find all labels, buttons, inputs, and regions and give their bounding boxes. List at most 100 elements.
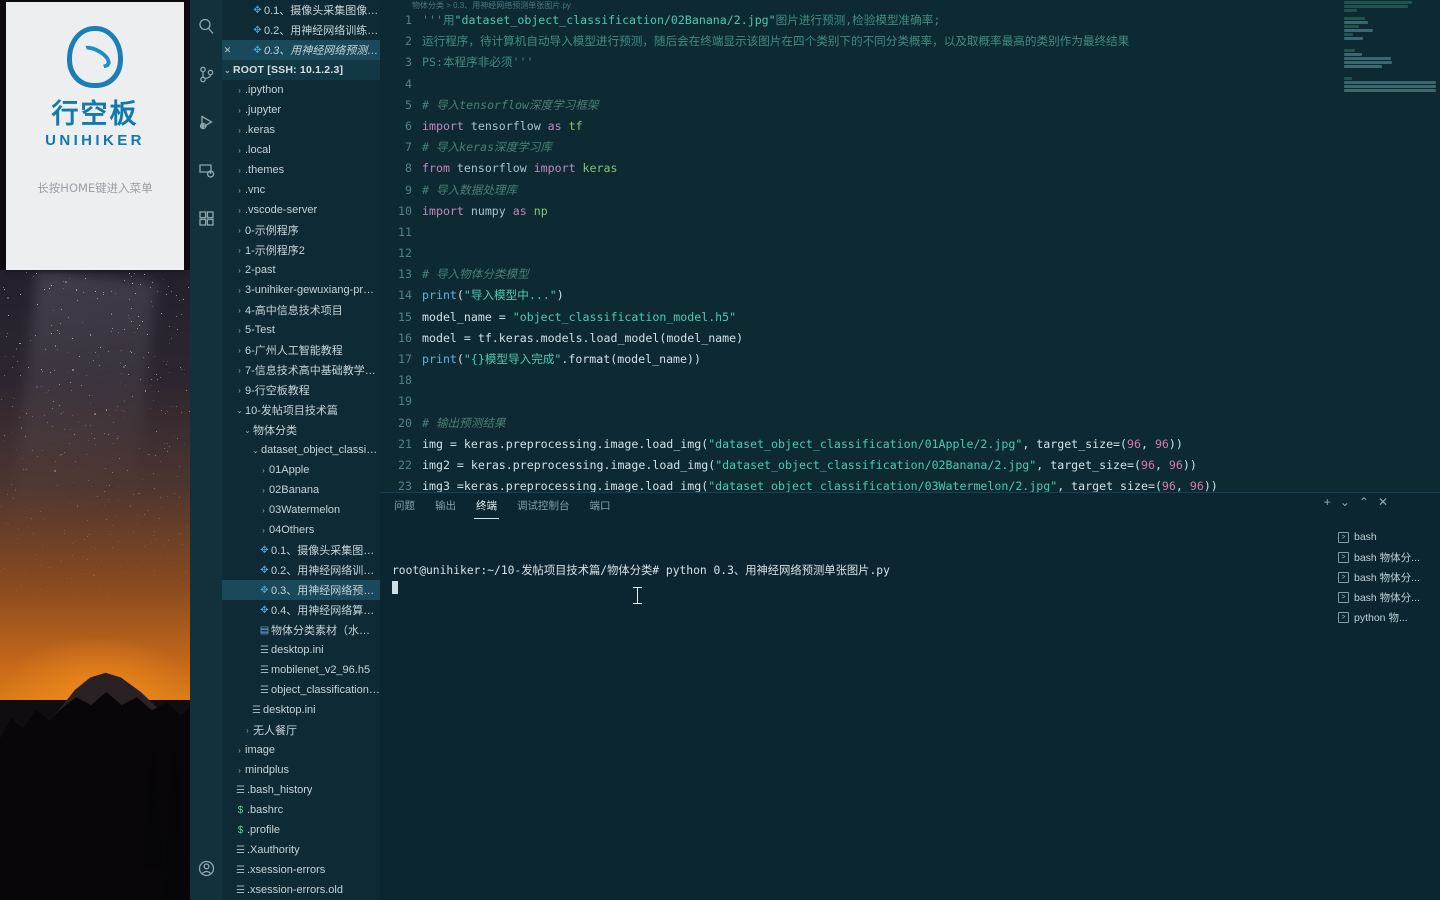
tree-folder-item[interactable]: › 无人餐厅 [222,720,380,740]
tree-folder-item[interactable]: › mindplus [222,760,380,780]
tree-folder-item[interactable]: ⌄ 物体分类 [222,420,380,440]
minimap-line [1344,21,1368,24]
tree-folder-item[interactable]: › 9-行空板教程 [222,380,380,400]
tree-folder-item[interactable]: › 02Banana [222,480,380,500]
chevron-down-icon[interactable]: ⌄ [1340,495,1350,509]
tree-folder-item[interactable]: › .local [222,140,380,160]
tree-folder-item[interactable]: › 04Others [222,520,380,540]
chevron-right-icon: › [234,86,245,95]
code-line: 18 [380,370,1440,391]
chevron-right-icon: › [234,186,245,195]
code-editor: 物体分类 > 0.3、用神经网络预测单张图片.py 1 '''用"dataset_… [380,0,1440,492]
tree-file-item[interactable]: ☰ desktop.ini [222,700,380,720]
source-control-icon[interactable] [190,50,222,98]
tree-file-item[interactable]: $ .profile [222,820,380,840]
tree-file-item[interactable]: ✥0.3、用神经网络预测单张图... [222,580,380,600]
panel-tab[interactable]: 端口 [588,494,613,519]
tree-folder-item[interactable]: › 0-示例程序 [222,220,380,240]
tree-file-item[interactable]: ✥0.2、用神经网络训练物体模... [222,560,380,580]
terminal-list-item[interactable]: > bash 物体分... [1330,567,1440,587]
code-text [422,243,1440,264]
panel-tab[interactable]: 输出 [433,494,458,519]
close-icon[interactable]: ✕ [222,45,233,56]
tree-folder-item[interactable]: › 6-广州人工智能教程 [222,340,380,360]
tree-folder-item[interactable]: › image [222,740,380,760]
chevron-right-icon: › [258,466,269,475]
open-editor-item[interactable]: ✥0.2、用神经网络训练物体... [222,20,380,40]
open-editor-item[interactable]: ✕ ✥0.3、用神经网络预测单张... [222,40,380,60]
tree-file-item[interactable]: ☰ desktop.ini [222,640,380,660]
py-file-icon: ✥ [258,565,271,576]
tree-file-item[interactable]: ✥0.4、用神经网络算法预测视... [222,600,380,620]
tree-folder-item[interactable]: › .themes [222,160,380,180]
search-icon[interactable] [190,2,222,50]
panel-tab[interactable]: 问题 [392,494,417,519]
code-text: img3 =keras.preprocessing.image.load_img… [422,476,1440,492]
terminal-list-item[interactable]: > bash [1330,527,1440,547]
new-terminal-icon[interactable]: + [1324,495,1331,509]
code-content[interactable]: 1 '''用"dataset_object_classification/02Ba… [380,10,1440,492]
minimap-line [1344,17,1365,20]
chevron-right-icon: › [258,526,269,535]
code-line: 1 '''用"dataset_object_classification/02Ba… [380,10,1440,31]
tree-item-label: 0.4、用神经网络算法预测视... [271,602,380,618]
tree-folder-item[interactable]: › 7-信息技术高中基础教学套件 [222,360,380,380]
maximize-panel-icon[interactable]: ⌃ [1359,495,1369,509]
terminal-icon: > [1338,552,1349,563]
tree-file-item[interactable]: ☰ mobilenet_v2_96.h5 [222,660,380,680]
terminal-icon: > [1338,532,1349,543]
terminal-icon: > [1338,592,1349,603]
tree-item-label: .profile [247,824,280,836]
python-file-icon: ✥ [251,45,264,56]
tree-file-item[interactable]: $ .bashrc [222,800,380,820]
tree-file-item[interactable]: ▤物体分类素材（水果）.docx [222,620,380,640]
tree-folder-item[interactable]: › 03Watermelon [222,500,380,520]
code-line: 3 PS:本程序非必须''' [380,52,1440,73]
tree-file-item[interactable]: ☰ .xsession-errors [222,860,380,880]
ini-file-icon: ☰ [250,705,263,716]
docx-file-icon: ▤ [258,625,271,636]
code-line: 17 print("{}模型导入完成".format(model_name)) [380,349,1440,370]
tree-folder-item[interactable]: ⌄ 10-发帖项目技术篇 [222,400,380,420]
bottom-panel: 问题 输出 终端 调试控制台 端口 + ⌄ ⌃ ✕ root@unihiker:~/10-发帖… [380,492,1440,900]
tree-folder-item[interactable]: › .vnc [222,180,380,200]
account-icon[interactable] [190,844,222,892]
tree-folder-item[interactable]: › .vscode-server [222,200,380,220]
terminal-list-item[interactable]: > bash 物体分... [1330,587,1440,607]
open-editor-item[interactable]: ✥0.1、摄像头采集图像.py 1... [222,0,380,20]
explorer-root-header[interactable]: ⌄ ROOT [SSH: 10.1.2.3] [222,60,380,80]
tree-file-item[interactable]: ☰ .xsession-errors.old [222,880,380,900]
tree-file-item[interactable]: ✥ 0.1、摄像头采集图像.py [222,540,380,560]
close-panel-icon[interactable]: ✕ [1378,495,1388,509]
panel-tab[interactable]: 终端 [474,494,499,519]
tree-folder-item[interactable]: › 3-unihiker-gewuxiang-projects-... [222,280,380,300]
code-text: # 输出预测结果 [422,413,1440,434]
logo-english-text: UNIHIKER [6,132,184,149]
breadcrumb[interactable]: 物体分类 > 0.3、用神经网络预测单张图片.py [380,0,1440,10]
tree-folder-item[interactable]: ⌄dataset_object_classification [222,440,380,460]
tree-folder-item[interactable]: › 4-高中信息技术项目 [222,300,380,320]
chevron-right-icon: › [234,166,245,175]
tree-item-label: 7-信息技术高中基础教学套件 [245,362,380,378]
panel-tab[interactable]: 调试控制台 [515,494,572,519]
tree-file-item[interactable]: ☰object_classification_model.h5 [222,680,380,700]
code-text: from tensorflow import keras [422,158,1440,179]
extensions-icon[interactable] [190,194,222,242]
tree-folder-item[interactable]: › 5-Test [222,320,380,340]
tree-folder-item[interactable]: › 2-past [222,260,380,280]
tree-folder-item[interactable]: › 01Apple [222,460,380,480]
tree-folder-item[interactable]: › 1-示例程序2 [222,240,380,260]
terminal-list-item[interactable]: > bash 物体分... [1330,547,1440,567]
tree-file-item[interactable]: ☰ .Xauthority [222,840,380,860]
minimap[interactable] [1340,0,1440,492]
terminal-list-item[interactable]: > python 物... [1330,607,1440,627]
minimap-line [1344,25,1359,28]
run-and-debug-icon[interactable] [190,98,222,146]
tree-folder-item[interactable]: › .ipython [222,80,380,100]
code-text [422,370,1440,391]
tree-folder-item[interactable]: › .jupyter [222,100,380,120]
tree-file-item[interactable]: ☰ .bash_history [222,780,380,800]
terminal-output[interactable]: root@unihiker:~/10-发帖项目技术篇/物体分类# python … [380,519,1330,900]
tree-folder-item[interactable]: › .keras [222,120,380,140]
remote-explorer-icon[interactable] [190,146,222,194]
